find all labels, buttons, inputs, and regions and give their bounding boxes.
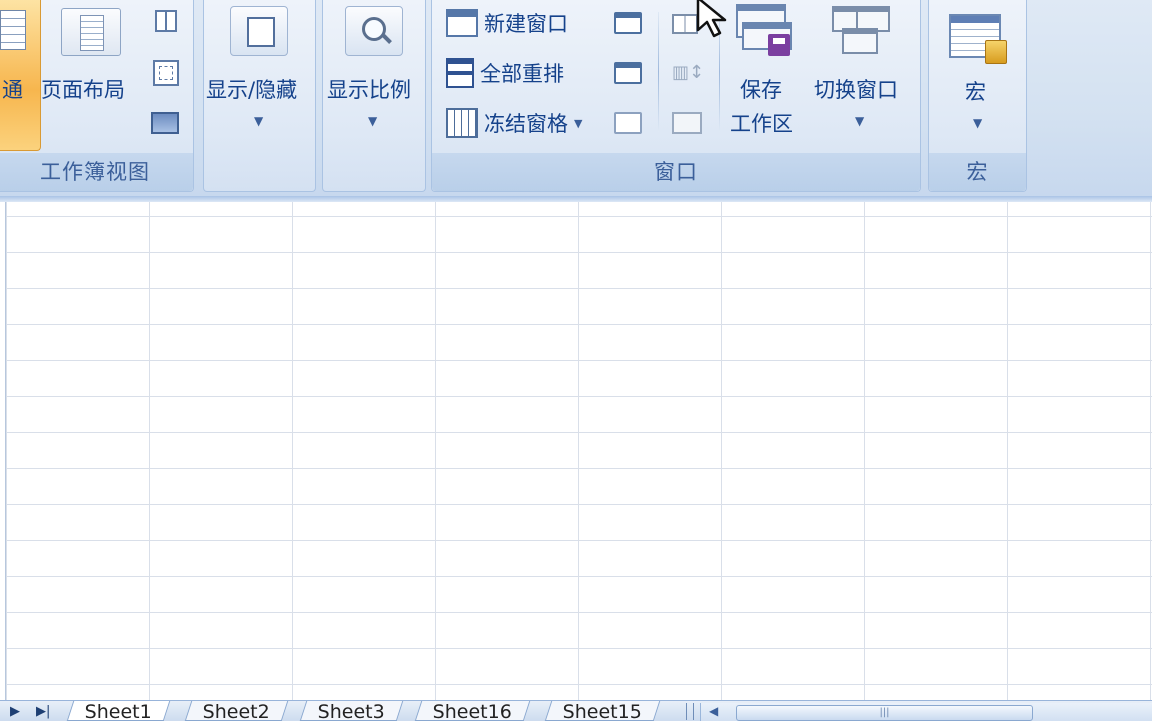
hide-window-icon[interactable]	[614, 62, 642, 84]
scroll-left-icon[interactable]: ◀	[709, 704, 718, 718]
page-layout-button[interactable]: 页面布局	[41, 0, 139, 150]
sheet-tab-sheet15[interactable]: Sheet15	[544, 701, 661, 723]
tab-split-handle[interactable]	[686, 703, 694, 720]
normal-view-icon	[0, 10, 26, 50]
macros-button[interactable]: 宏 ▼	[929, 0, 1028, 150]
mouse-cursor-icon	[696, 0, 727, 38]
row-header-edge	[0, 202, 6, 700]
save-workspace-icon	[736, 4, 792, 58]
split-icon[interactable]	[614, 12, 642, 34]
new-window-button[interactable]: 新建窗口	[446, 8, 568, 38]
normal-view-button[interactable]: 通	[0, 0, 41, 151]
reset-window-position-icon[interactable]	[672, 112, 702, 134]
chevron-down-icon: ▼	[254, 114, 264, 128]
synchronous-scrolling-icon[interactable]: ▥↕	[672, 62, 704, 84]
arrange-all-label: 全部重排	[480, 62, 564, 86]
page-break-preview-icon[interactable]	[155, 10, 177, 32]
group-show-hide: 显示/隐藏 ▼	[203, 0, 316, 192]
group-macros: 宏 ▼ 宏	[928, 0, 1027, 192]
macros-icon	[949, 14, 1007, 64]
sheet-tab-sheet1[interactable]: Sheet1	[66, 701, 171, 723]
switch-windows-button[interactable]: 切换窗口 ▼	[810, 0, 914, 150]
custom-views-icon[interactable]	[153, 60, 179, 86]
switch-windows-icon	[832, 6, 890, 56]
next-sheet-icon[interactable]: ▶	[10, 704, 20, 719]
full-screen-icon[interactable]	[151, 112, 179, 134]
freeze-panes-label: 冻结窗格	[484, 112, 568, 136]
macros-label: 宏	[965, 80, 986, 104]
unhide-window-icon[interactable]	[614, 112, 642, 134]
show-hide-label: 显示/隐藏	[206, 78, 298, 102]
chevron-down-icon: ▼	[973, 116, 983, 130]
group-label-macros: 宏	[929, 153, 1026, 191]
freeze-panes-button[interactable]: 冻结窗格 ▼	[446, 108, 582, 138]
save-workspace-label-line1: 保存	[740, 78, 782, 102]
sheet-tab-sheet2[interactable]: Sheet2	[184, 701, 289, 723]
group-window: 新建窗口 全部重排 冻结窗格 ▼ ▥↕ 保存 工作区 切换窗口 ▼ 窗口	[431, 0, 921, 192]
arrange-all-button[interactable]: 全部重排	[446, 58, 564, 88]
zoom-icon	[345, 6, 403, 56]
chevron-down-icon: ▼	[574, 116, 583, 130]
show-hide-button[interactable]: 显示/隐藏 ▼	[204, 0, 317, 150]
horizontal-scrollbar[interactable]: ◀ |||	[700, 703, 1152, 721]
last-sheet-icon[interactable]: ▶|	[36, 704, 50, 719]
new-window-label: 新建窗口	[484, 12, 568, 36]
arrange-all-icon	[446, 58, 474, 88]
page-layout-label: 页面布局	[41, 78, 125, 102]
ribbon: 通 页面布局 工作簿视图 显示/隐藏 ▼ 显示比例 ▼ 新建窗口 全部重排 冻结…	[0, 0, 1152, 197]
normal-view-label: 通	[2, 78, 23, 102]
show-hide-icon	[230, 6, 288, 56]
zoom-label: 显示比例	[327, 78, 411, 102]
chevron-down-icon: ▼	[368, 114, 378, 128]
group-label-window: 窗口	[432, 153, 920, 191]
worksheet-grid[interactable]	[0, 202, 1152, 700]
group-label-workbook-views: 工作簿视图	[0, 153, 193, 191]
page-layout-icon	[61, 8, 121, 56]
chevron-down-icon: ▼	[855, 114, 865, 128]
freeze-panes-icon	[446, 108, 478, 138]
switch-windows-label: 切换窗口	[814, 78, 898, 102]
group-zoom: 显示比例 ▼	[322, 0, 426, 192]
sheet-tab-sheet3[interactable]: Sheet3	[299, 701, 404, 723]
sheet-tab-bar: ▶ ▶| Sheet1 Sheet2 Sheet3 Sheet16 Sheet1…	[0, 700, 1152, 723]
horizontal-scroll-thumb[interactable]: |||	[736, 705, 1033, 721]
new-window-icon	[446, 9, 478, 37]
save-workspace-label-line2: 工作区	[730, 112, 793, 136]
group-workbook-views: 通 页面布局 工作簿视图	[0, 0, 194, 192]
sheet-tab-sheet16[interactable]: Sheet16	[414, 701, 531, 723]
zoom-button[interactable]: 显示比例 ▼	[323, 0, 427, 150]
